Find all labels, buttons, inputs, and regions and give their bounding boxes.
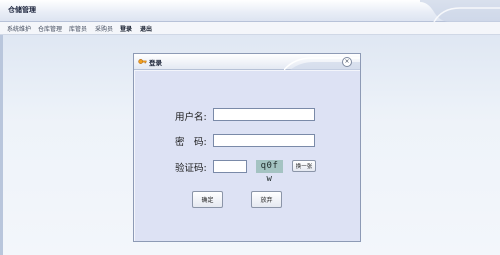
dialog-title: 登录 [149, 59, 162, 67]
dialog-body [135, 71, 360, 241]
workspace-edge [0, 35, 3, 255]
menu-storekeeper[interactable]: 库管员 [69, 24, 87, 33]
refresh-captcha-button[interactable]: 换一张 [292, 160, 316, 172]
password-label: 密 码: [175, 137, 207, 148]
username-label: 用户名: [175, 112, 207, 123]
password-input[interactable] [213, 134, 315, 147]
menu-purchaser[interactable]: 采购员 [95, 24, 113, 33]
key-icon [138, 59, 147, 64]
login-dialog: 登录 × [133, 53, 361, 242]
dialog-titlebar[interactable]: 登录 × [134, 54, 360, 70]
menubar: 系统维护 仓库管理 库管员 采购员 登录 退出 [0, 22, 500, 35]
menu-warehouse-management[interactable]: 仓库管理 [38, 24, 62, 33]
captcha-input[interactable] [213, 160, 247, 173]
username-input[interactable] [213, 108, 315, 121]
confirm-button[interactable]: 确定 [192, 191, 223, 208]
menu-system-maintenance[interactable]: 系统维护 [7, 24, 31, 33]
menu-exit[interactable]: 退出 [140, 24, 152, 33]
captcha-image: q0f w [256, 160, 283, 184]
cancel-button[interactable]: 放弃 [251, 191, 282, 208]
captcha-label: 验证码: [175, 163, 207, 174]
menu-login[interactable]: 登录 [120, 24, 132, 33]
app-title: 仓储管理 [8, 6, 36, 14]
titlebar-decoration [420, 0, 500, 22]
close-icon[interactable]: × [342, 57, 352, 67]
app-titlebar: 仓储管理 [0, 0, 500, 22]
